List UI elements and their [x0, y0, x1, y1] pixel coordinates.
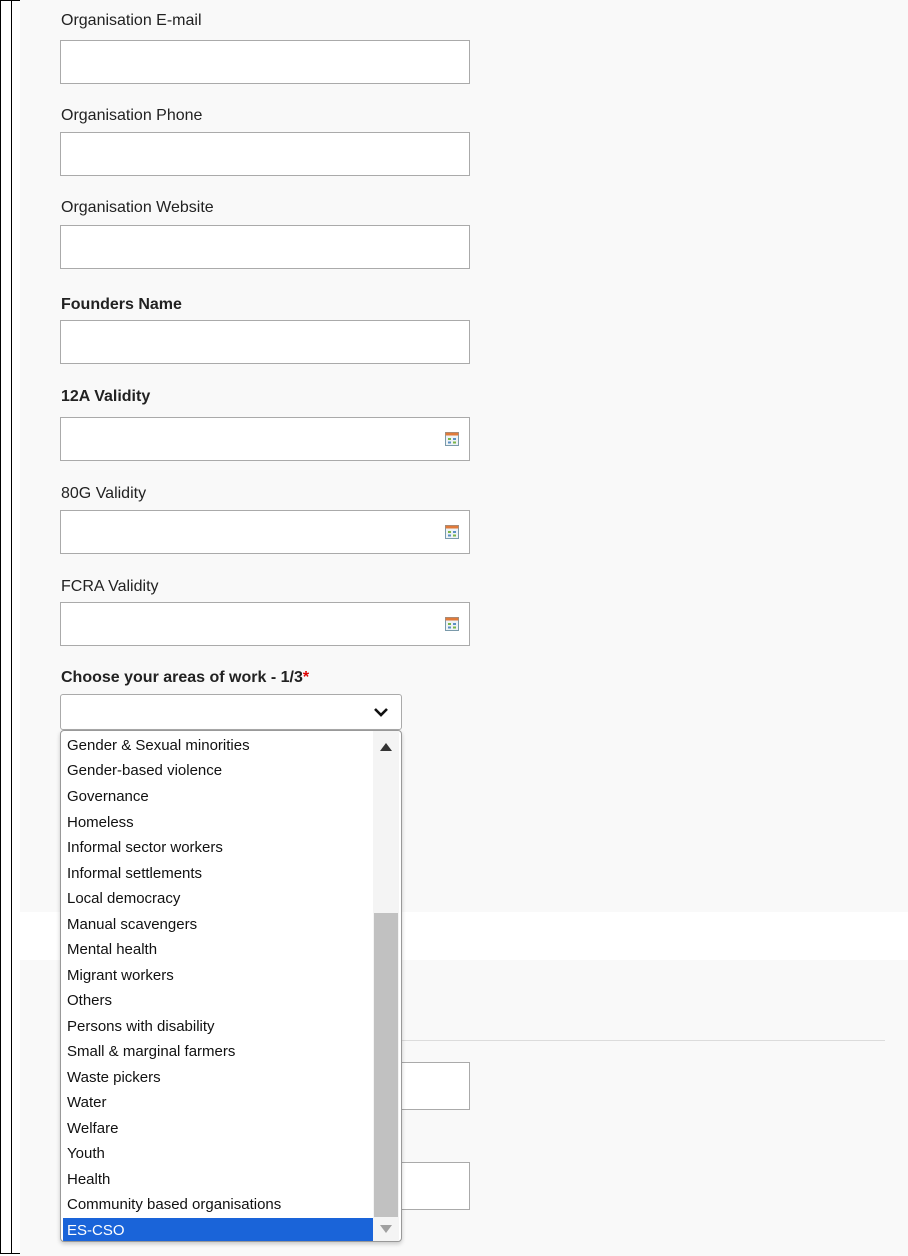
option-item[interactable]: Persons with disability: [63, 1014, 373, 1039]
validity-12a-label: 12A Validity: [61, 388, 151, 405]
scroll-down-arrow-icon[interactable]: [380, 1225, 392, 1233]
option-item[interactable]: Water: [63, 1090, 373, 1115]
org-phone-label: Organisation Phone: [61, 107, 203, 124]
option-item[interactable]: Health: [63, 1167, 373, 1192]
option-item[interactable]: Migrant workers: [63, 963, 373, 988]
founders-name-label: Founders Name: [61, 296, 182, 313]
areas-of-work-select[interactable]: [60, 694, 402, 730]
org-email-label: Organisation E-mail: [61, 12, 202, 29]
divider: [400, 1040, 885, 1041]
hidden-field-right-edge[interactable]: [400, 1162, 470, 1210]
scroll-up-arrow-icon[interactable]: [380, 743, 392, 751]
option-item[interactable]: Informal settlements: [63, 861, 373, 886]
option-item[interactable]: Mental health: [63, 937, 373, 962]
option-item[interactable]: Youth: [63, 1141, 373, 1166]
validity-12a-field[interactable]: [60, 417, 470, 461]
calendar-icon[interactable]: [445, 525, 459, 539]
org-phone-field[interactable]: [60, 132, 470, 176]
validity-80g-label: 80G Validity: [61, 485, 147, 502]
option-item[interactable]: Small & marginal farmers: [63, 1039, 373, 1064]
option-item[interactable]: Governance: [63, 784, 373, 809]
areas-of-work-label: Choose your areas of work - 1/3*: [61, 669, 309, 687]
option-item[interactable]: Others: [63, 988, 373, 1013]
validity-80g-field[interactable]: [60, 510, 470, 554]
option-item[interactable]: Waste pickers: [63, 1065, 373, 1090]
option-item[interactable]: Welfare: [63, 1116, 373, 1141]
option-item[interactable]: Community based organisations: [63, 1192, 373, 1217]
option-item[interactable]: Local democracy: [63, 886, 373, 911]
option-item[interactable]: Homeless: [63, 810, 373, 835]
hidden-field-right-edge[interactable]: [400, 1062, 470, 1110]
calendar-icon[interactable]: [445, 432, 459, 446]
validity-fcra-label: FCRA Validity: [61, 578, 159, 595]
areas-of-work-dropdown[interactable]: Gender & Sexual minorities Gender-based …: [60, 730, 402, 1242]
calendar-icon[interactable]: [445, 617, 459, 631]
option-item[interactable]: Manual scavengers: [63, 912, 373, 937]
option-item[interactable]: Gender & Sexual minorities: [63, 733, 373, 758]
option-item[interactable]: Informal sector workers: [63, 835, 373, 860]
required-asterisk: *: [302, 669, 310, 686]
option-item[interactable]: Gender-based violence: [63, 758, 373, 783]
founders-name-field[interactable]: [60, 320, 470, 364]
org-website-label: Organisation Website: [61, 199, 214, 216]
validity-fcra-field[interactable]: [60, 602, 470, 646]
option-item-selected[interactable]: ES-CSO: [63, 1218, 373, 1241]
org-website-field[interactable]: [60, 225, 470, 269]
scroll-thumb[interactable]: [374, 913, 398, 1217]
chevron-down-icon[interactable]: [373, 704, 389, 720]
areas-of-work-label-text: Choose your areas of work - 1/3: [61, 669, 303, 686]
dropdown-scrollbar[interactable]: [373, 731, 399, 1241]
org-email-field[interactable]: [60, 40, 470, 84]
